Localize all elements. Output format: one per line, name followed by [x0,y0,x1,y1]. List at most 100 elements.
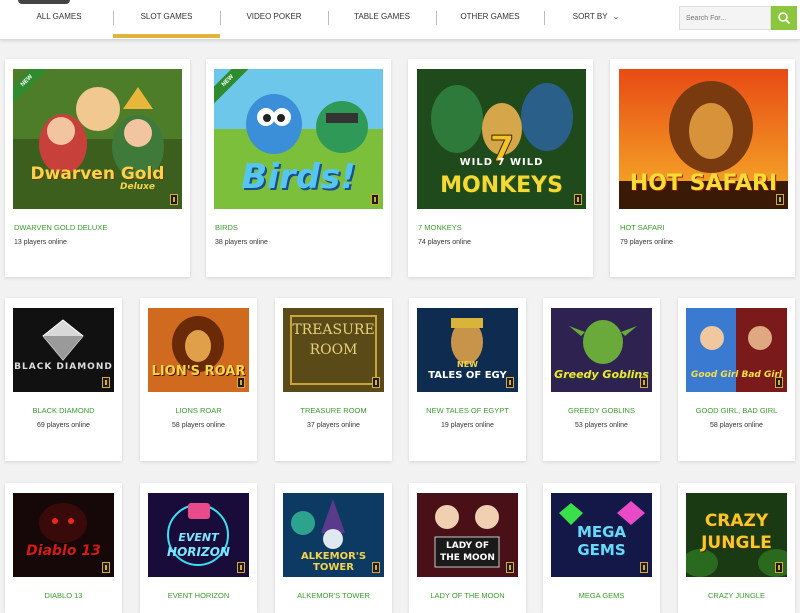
game-card-alkemors-tower[interactable]: ALKEMOR'S TOWER ALKEMOR'S TOWER [275,483,392,613]
game-thumbnail[interactable]: EVENT HORIZON [148,493,249,577]
game-logo-sub: JUNGLE [701,533,772,553]
game-logo-sub: Deluxe [120,182,155,192]
players-online: 19 players online [441,422,494,429]
game-thumbnail[interactable]: LADY OF THE MOON [417,493,518,577]
search-button[interactable] [771,6,797,30]
game-card-treasure-room[interactable]: TREASURE ROOM TREASURE ROOM 37 players o… [275,298,392,461]
players-online: 58 players online [172,422,225,429]
game-thumbnail[interactable]: 7 WILD 7 WILD MONKEYS [417,69,586,209]
tab-table-games[interactable]: TABLE GAMES [350,0,414,34]
game-logo-sub: THE MOON [440,553,495,563]
game-card-greedy-goblins[interactable]: Greedy Goblins GREEDY GOBLINS 53 players… [543,298,660,461]
nav-divider [544,11,545,25]
game-logo: Dwarven Gold [30,164,165,184]
provider-badge [775,377,783,388]
game-card-7-monkeys[interactable]: 7 WILD 7 WILD MONKEYS 7 MONKEYS 74 playe… [408,59,593,277]
game-logo: MEGA [576,523,627,541]
game-title[interactable]: TREASURE ROOM [275,406,392,415]
sort-by-dropdown[interactable]: SORT BY ⌄ [566,0,626,34]
game-logo: Greedy Goblins [554,368,649,381]
game-thumbnail[interactable]: Good Girl Bad Girl [686,308,787,392]
game-card-dwarven-gold-deluxe[interactable]: Dwarven Gold Deluxe NEW DWARVEN GOLD DEL… [5,59,190,277]
top-nav: ALL GAMES SLOT GAMES VIDEO POKER TABLE G… [0,0,800,40]
players-online: 37 players online [307,422,360,429]
game-title[interactable]: EVENT HORIZON [140,591,257,600]
game-logo: ALKEMOR'S TOWER [300,551,367,573]
provider-badge [170,194,178,205]
game-card-lions-roar[interactable]: LION'S ROAR LIONS ROAR 58 players online [140,298,257,461]
provider-badge [506,562,514,573]
tab-video-poker[interactable]: VIDEO POKER [240,0,308,34]
search-input[interactable] [679,6,771,30]
game-card-event-horizon[interactable]: EVENT HORIZON EVENT HORIZON [140,483,257,613]
game-thumbnail[interactable]: Greedy Goblins [551,308,652,392]
game-title[interactable]: HOT SAFARI [620,223,664,232]
players-online: 58 players online [710,422,763,429]
game-logo: HOT SAFARI [629,171,778,196]
black-diamond-art [42,319,84,361]
game-card-hot-safari[interactable]: HOT SAFARI HOT SAFARI 79 players online [610,59,795,277]
players-online: 13 players online [14,239,67,246]
game-thumbnail[interactable]: Diablo 13 [13,493,114,577]
lions-roar-art [148,308,249,392]
game-title[interactable]: GREEDY GOBLINS [543,406,660,415]
game-thumbnail[interactable]: TREASURE ROOM [283,308,384,392]
game-title[interactable]: DIABLO 13 [5,591,122,600]
game-card-lady-of-the-moon[interactable]: LADY OF THE MOON LADY OF THE MOON [409,483,526,613]
provider-badge [776,194,784,205]
provider-badge [102,562,110,573]
game-logo: Diablo 13 [26,543,101,559]
game-logo: Good Girl Bad Girl [691,370,782,380]
game-thumbnail[interactable]: CRAZY JUNGLE [686,493,787,577]
game-title[interactable]: LADY OF THE MOON [409,591,526,600]
tab-slot-games[interactable]: SLOT GAMES [113,0,220,38]
game-logo: LION'S ROAR [151,364,246,379]
game-title[interactable]: 7 MONKEYS [418,223,462,232]
game-card-mega-gems[interactable]: MEGA GEMS MEGA GEMS [543,483,660,613]
search-box [679,6,797,30]
game-title[interactable]: ALKEMOR'S TOWER [275,591,392,600]
nav-divider [436,11,437,25]
game-thumbnail[interactable]: NEW TALES OF EGY [417,308,518,392]
game-card-good-girl-bad-girl[interactable]: Good Girl Bad Girl GOOD GIRL, BAD GIRL 5… [678,298,795,461]
game-logo: TREASURE [292,322,375,338]
tab-all-games[interactable]: ALL GAMES [30,0,88,34]
game-title[interactable]: CRAZY JUNGLE [678,591,795,600]
lady-of-the-moon-art [417,493,518,577]
game-title[interactable]: DWARVEN GOLD DELUXE [14,223,107,232]
game-card-crazy-jungle[interactable]: CRAZY JUNGLE CRAZY JUNGLE [678,483,795,613]
game-logo: Birds! [241,157,356,197]
tab-other-games[interactable]: OTHER GAMES [458,0,522,34]
provider-badge [775,562,783,573]
game-thumbnail[interactable]: Birds! NEW [214,69,383,209]
game-logo: EVENT [178,531,219,544]
game-card-new-tales-of-egypt[interactable]: NEW TALES OF EGY NEW TALES OF EGYPT 19 p… [409,298,526,461]
game-thumbnail[interactable]: BLACK DIAMOND [13,308,114,392]
game-title[interactable]: BLACK DIAMOND [5,406,122,415]
game-card-diablo-13[interactable]: Diablo 13 DIABLO 13 [5,483,122,613]
game-card-black-diamond[interactable]: BLACK DIAMOND BLACK DIAMOND 69 players o… [5,298,122,461]
game-title[interactable]: GOOD GIRL, BAD GIRL [678,406,795,415]
game-thumbnail[interactable]: ALKEMOR'S TOWER [283,493,384,577]
chevron-down-icon: ⌄ [612,12,620,21]
provider-badge [102,377,110,388]
game-logo-sub: NEW [457,360,478,369]
game-logo: CRAZY [704,511,769,531]
game-logo-sub: ROOM [309,342,358,358]
game-card-birds[interactable]: Birds! NEW BIRDS 38 players online [206,59,391,277]
game-thumbnail[interactable]: HOT SAFARI [619,69,788,209]
game-title[interactable]: BIRDS [215,223,238,232]
game-logo: LADY OF [446,541,489,551]
provider-badge [574,194,582,205]
players-online: 79 players online [620,239,673,246]
provider-badge [640,377,648,388]
game-title[interactable]: MEGA GEMS [543,591,660,600]
game-logo: BLACK DIAMOND [14,362,113,372]
game-title[interactable]: NEW TALES OF EGYPT [409,406,526,415]
provider-badge [371,194,379,205]
game-logo-sub: GEMS [577,541,626,559]
game-title[interactable]: LIONS ROAR [140,406,257,415]
game-thumbnail[interactable]: MEGA GEMS [551,493,652,577]
game-thumbnail[interactable]: Dwarven Gold Deluxe NEW [13,69,182,209]
game-thumbnail[interactable]: LION'S ROAR [148,308,249,392]
